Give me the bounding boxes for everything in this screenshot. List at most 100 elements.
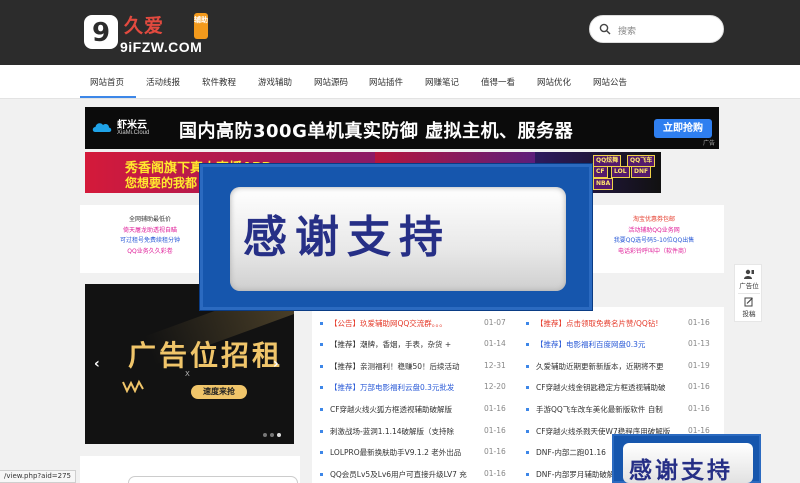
nav-item-game-assist[interactable]: 游戏辅助 bbox=[258, 76, 292, 88]
site-logo[interactable]: 9 久爱 辅助 9iFZW.COM bbox=[84, 11, 219, 57]
nav-active-indicator bbox=[80, 96, 136, 98]
news-title[interactable]: LOLPRO最新换肤助手V9.1.2 老外出品 bbox=[330, 447, 470, 458]
link-ad[interactable]: 电话彩铃呼叫中（软件商） bbox=[584, 247, 724, 258]
news-row[interactable]: CF穿越火线火狐方框透视辅助破解版 01-16 bbox=[320, 404, 510, 418]
news-row[interactable]: 【推荐】潮牌，香烟，手表，杂货 + 01-14 bbox=[320, 339, 510, 353]
nav-item-source-code[interactable]: 网站源码 bbox=[314, 76, 348, 88]
news-title[interactable]: 【推荐】潮牌，香烟，手表，杂货 + bbox=[330, 339, 470, 350]
news-row[interactable]: LOLPRO最新换肤助手V9.1.2 老外出品 01-16 bbox=[320, 447, 510, 461]
ad2-chip: DNF bbox=[631, 166, 652, 178]
ad-brand-name: 虾米云 bbox=[117, 120, 147, 131]
ad2-chip: NBA bbox=[593, 178, 614, 190]
news-title[interactable]: QQ会员Lv5及Lv6用户可直接升级LV7 充 bbox=[330, 469, 470, 480]
bullet-icon bbox=[320, 429, 323, 433]
edit-icon bbox=[744, 297, 753, 307]
news-title[interactable]: 刺激战场-蓝洞1.1.14破解版（支持除 bbox=[330, 426, 470, 437]
carousel-next-icon[interactable]: › bbox=[273, 356, 279, 372]
news-title[interactable]: 【推荐】点击领取免费名片赞/QQ钻! bbox=[536, 318, 686, 329]
carousel-dot-active[interactable] bbox=[277, 433, 281, 437]
side-ad-button[interactable]: 广告位 bbox=[735, 269, 763, 290]
nav-item-plugins[interactable]: 网站插件 bbox=[369, 76, 403, 88]
nav-item-events[interactable]: 活动线报 bbox=[146, 76, 180, 88]
side-ad-label: 广告位 bbox=[739, 282, 759, 290]
link-ad[interactable]: 淘宝优惠券包邮 bbox=[584, 215, 724, 226]
side-submit-button[interactable]: 投稿 bbox=[735, 297, 763, 318]
divider bbox=[738, 293, 760, 294]
ad-label: 广告 bbox=[702, 140, 715, 147]
bullet-icon bbox=[320, 472, 323, 476]
ad2-chip: CF bbox=[593, 166, 608, 178]
link-ad[interactable]: 全网辅助最低价 bbox=[80, 215, 220, 226]
news-title[interactable]: 【推荐】万部电影福利云盘0.3元批发 bbox=[330, 382, 470, 393]
thanks-overlay-card: 感谢支持 bbox=[230, 187, 566, 291]
link-ad[interactable]: 我要QQ选号码5-10位QQ出售 bbox=[584, 236, 724, 247]
cloud-logo-icon bbox=[92, 123, 112, 132]
bullet-icon bbox=[526, 364, 529, 368]
news-row[interactable]: 【推荐】电影福利百度网盘0.3元 01-13 bbox=[526, 339, 716, 353]
bullet-icon bbox=[320, 385, 323, 389]
news-date: 01-14 bbox=[484, 339, 506, 348]
search-icon bbox=[599, 23, 611, 35]
news-date: 01-16 bbox=[688, 318, 710, 327]
news-date: 01-16 bbox=[688, 404, 710, 413]
user-icon bbox=[744, 269, 754, 279]
news-title[interactable]: CF穿越火线金钥匙稳定方框透视辅助破 bbox=[536, 382, 686, 393]
search-input[interactable]: 搜索 bbox=[589, 15, 724, 43]
news-title[interactable]: 手游QQ飞车改车美化最新版软件 自制 bbox=[536, 404, 686, 415]
bottom-search-pill[interactable] bbox=[128, 476, 298, 483]
nav-item-earning-notes[interactable]: 网赚笔记 bbox=[425, 76, 459, 88]
bullet-icon bbox=[320, 407, 323, 411]
bullet-icon bbox=[526, 450, 529, 454]
bottom-left-panel bbox=[80, 456, 300, 483]
link-ad[interactable]: 活动辅助QQ业务网 bbox=[584, 226, 724, 237]
logo-chinese-text: 久爱 bbox=[124, 15, 165, 37]
link-ad-column-right: 淘宝优惠券包邮 活动辅助QQ业务网 我要QQ选号码5-10位QQ出售 电话彩铃呼… bbox=[584, 215, 724, 257]
news-date: 01-16 bbox=[688, 382, 710, 391]
news-row[interactable]: 久爱辅助近期更新新版本，近期将不更 01-19 bbox=[526, 361, 716, 375]
bullet-icon bbox=[320, 450, 323, 454]
news-date: 01-13 bbox=[688, 339, 710, 348]
bullet-icon bbox=[320, 342, 323, 346]
wave-logo-icon bbox=[122, 379, 144, 393]
link-ad[interactable]: 可过租号免费续租分钟 bbox=[80, 236, 220, 247]
news-row[interactable]: 手游QQ飞车改车美化最新版软件 自制 01-16 bbox=[526, 404, 716, 418]
ad2-chip: LOL bbox=[611, 166, 630, 178]
news-title[interactable]: CF穿越火线火狐方框透视辅助破解版 bbox=[330, 404, 470, 415]
ad2-subline: 您想要的我都 bbox=[125, 176, 198, 190]
bullet-icon bbox=[526, 385, 529, 389]
news-date: 01-16 bbox=[484, 426, 506, 435]
nav-item-home[interactable]: 网站首页 bbox=[90, 76, 124, 88]
link-ad[interactable]: 倚天屠龙助透视自瞄 bbox=[80, 226, 220, 237]
news-row[interactable]: 【公告】玖爱辅助网QQ交流群。。。 01-07 bbox=[320, 318, 510, 332]
bullet-icon bbox=[526, 472, 529, 476]
ad-buy-now-button[interactable]: 立即抢购 bbox=[654, 119, 712, 138]
logo-domain-text: 9iFZW.COM bbox=[120, 39, 203, 55]
bullet-icon bbox=[320, 364, 323, 368]
carousel-prev-icon[interactable]: ‹ bbox=[94, 356, 100, 372]
carousel-dots bbox=[263, 430, 284, 439]
link-ad[interactable]: QQ业务久久彩卷 bbox=[80, 247, 220, 258]
side-float-toolbar: 广告位 投稿 bbox=[734, 264, 762, 322]
bullet-icon bbox=[526, 429, 529, 433]
news-title[interactable]: 【推荐】亲测福利！稳赚50！后续活动 bbox=[330, 361, 470, 372]
news-row[interactable]: QQ会员Lv5及Lv6用户可直接升级LV7 充 01-16 bbox=[320, 469, 510, 483]
news-title[interactable]: 久爱辅助近期更新新版本，近期将不更 bbox=[536, 361, 686, 372]
browser-status-bar: /view.php?aid=275 bbox=[0, 470, 77, 483]
news-title[interactable]: 【公告】玖爱辅助网QQ交流群。。。 bbox=[330, 318, 470, 329]
news-row[interactable]: 【推荐】点击领取免费名片赞/QQ钻! 01-16 bbox=[526, 318, 716, 332]
news-row[interactable]: 【推荐】万部电影福利云盘0.3元批发 12-20 bbox=[320, 382, 510, 396]
nav-item-seo[interactable]: 网站优化 bbox=[537, 76, 571, 88]
banner-ad-xiami-cloud[interactable]: 虾米云 XiaMi.Cloud 国内高防300G单机真实防御 虚拟主机、服务器 … bbox=[85, 107, 719, 149]
news-row[interactable]: 【推荐】亲测福利！稳赚50！后续活动 12-31 bbox=[320, 361, 510, 375]
news-title[interactable]: 【推荐】电影福利百度网盘0.3元 bbox=[536, 339, 686, 350]
news-row[interactable]: CF穿越火线金钥匙稳定方框透视辅助破 01-16 bbox=[526, 382, 716, 396]
nav-item-worth-a-look[interactable]: 值得一看 bbox=[481, 76, 515, 88]
news-row[interactable]: 刺激战场-蓝洞1.1.14破解版（支持除 01-16 bbox=[320, 426, 510, 440]
carousel-dot[interactable] bbox=[263, 433, 267, 437]
nav-item-tutorials[interactable]: 软件教程 bbox=[202, 76, 236, 88]
carousel-dot[interactable] bbox=[270, 433, 274, 437]
nav-item-announcements[interactable]: 网站公告 bbox=[593, 76, 627, 88]
thanks-overlay-large: 感谢支持 bbox=[200, 164, 592, 310]
news-date: 01-16 bbox=[484, 404, 506, 413]
ad-slogan: 国内高防300G单机真实防御 虚拟主机、服务器 bbox=[179, 121, 574, 142]
